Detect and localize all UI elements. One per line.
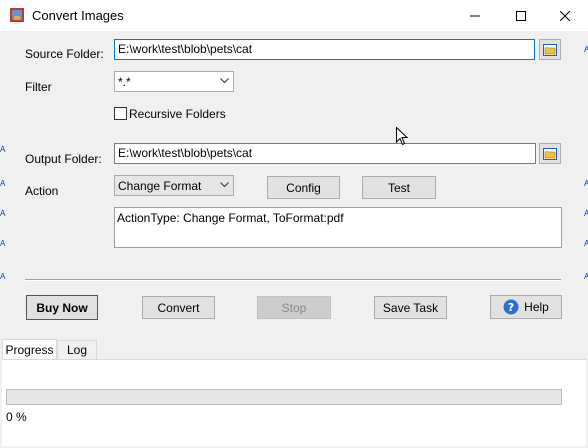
buy-now-button[interactable]: Buy Now (26, 295, 98, 320)
browse-output-button[interactable] (539, 143, 561, 164)
action-label: Action (25, 184, 59, 198)
maximize-icon (516, 10, 526, 21)
title-bar[interactable]: Convert Images (0, 0, 588, 31)
minimize-icon (470, 15, 480, 16)
recursive-folders-label: Recursive Folders (129, 107, 226, 121)
tab-progress[interactable]: Progress (2, 339, 57, 359)
progress-bar (6, 389, 562, 405)
filter-value: *.* (118, 75, 131, 89)
folder-icon (543, 43, 557, 56)
help-button[interactable]: ? Help (490, 295, 562, 319)
test-button[interactable]: Test (362, 176, 436, 199)
output-folder-label: Output Folder: (25, 152, 102, 166)
config-button[interactable]: Config (267, 176, 340, 199)
output-folder-input[interactable]: E:\work\test\blob\pets\cat (114, 143, 536, 164)
background-link-fragment: A (584, 272, 588, 281)
stop-button[interactable]: Stop (257, 296, 331, 319)
close-icon (560, 10, 570, 21)
browse-source-button[interactable] (539, 39, 561, 60)
background-link-fragment: A (0, 239, 6, 248)
action-value: Change Format (118, 179, 202, 193)
recursive-folders-checkbox[interactable] (114, 107, 127, 120)
action-summary-text[interactable]: ActionType: Change Format, ToFormat:pdf (114, 207, 562, 248)
filter-select[interactable]: *.* (114, 71, 234, 92)
window-title: Convert Images (32, 8, 124, 23)
save-task-button[interactable]: Save Task (374, 296, 447, 319)
tab-log[interactable]: Log (57, 340, 97, 359)
background-link-fragment: A (0, 145, 6, 154)
help-label: Help (524, 300, 549, 314)
background-link-fragment: A (0, 179, 6, 188)
background-link-fragment: A (584, 179, 588, 188)
folder-icon (543, 147, 557, 160)
source-folder-label: Source Folder: (25, 47, 104, 61)
background-link-fragment: A (584, 239, 588, 248)
chevron-down-icon (220, 182, 229, 188)
background-link-fragment: A (0, 272, 6, 281)
background-link-fragment: A (0, 209, 6, 218)
svg-text:?: ? (508, 301, 514, 314)
separator (25, 279, 561, 281)
filter-label: Filter (25, 80, 52, 94)
mouse-cursor-icon (396, 127, 408, 146)
help-icon: ? (503, 299, 519, 315)
source-folder-input[interactable]: E:\work\test\blob\pets\cat (114, 39, 535, 60)
background-link-fragment: A (584, 209, 588, 218)
maximize-button[interactable] (498, 0, 544, 31)
progress-percent: 0 % (6, 410, 27, 424)
convert-button[interactable]: Convert (142, 296, 215, 319)
minimize-button[interactable] (452, 0, 498, 31)
action-select[interactable]: Change Format (114, 175, 234, 196)
app-icon (10, 8, 24, 22)
chevron-down-icon (220, 78, 229, 84)
close-button[interactable] (542, 0, 588, 31)
background-link-fragment: A (584, 45, 588, 54)
